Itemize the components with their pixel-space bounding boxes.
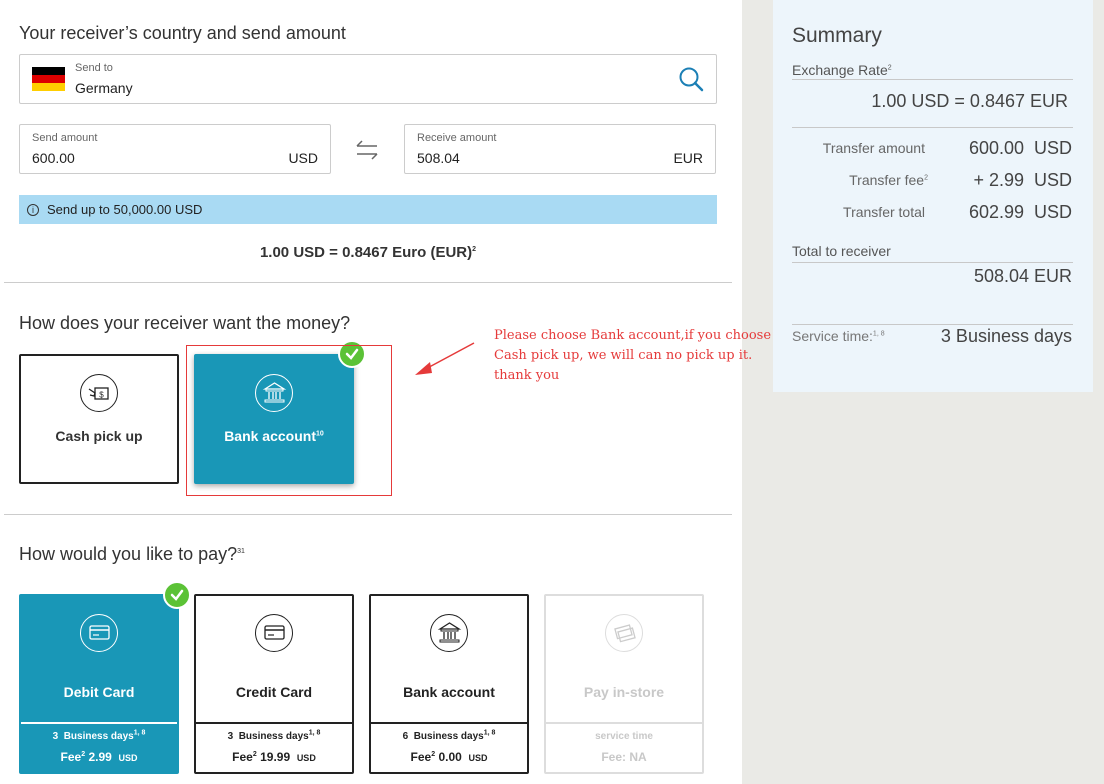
receive-amount-label: Receive amount xyxy=(417,132,497,144)
payment-fee: Fee2 2.99 USD xyxy=(60,750,138,764)
summary-title: Summary xyxy=(792,24,882,47)
service-time-label: Service time:1, 8 xyxy=(792,328,885,344)
receive-amount-input[interactable]: 508.04 xyxy=(417,150,460,166)
payment-option-label: Debit Card xyxy=(63,684,135,700)
send-amount-label: Send amount xyxy=(32,132,98,144)
total-receiver-label: Total to receiver xyxy=(792,243,891,259)
exchange-rate-line: 1.00 USD = 0.8467 Euro (EUR)2 xyxy=(0,244,736,261)
payment-option-label: Pay in-store xyxy=(583,684,665,700)
receive-currency: EUR xyxy=(673,150,703,166)
payment-days: 6 Business days1, 8 xyxy=(402,729,496,742)
delivery-option-label: Cash pick up xyxy=(55,428,143,444)
summary-divider xyxy=(792,262,1073,263)
payment-option-footer: 6 Business days1, 8 Fee2 0.00 USD xyxy=(371,722,527,774)
summary-divider xyxy=(792,324,1073,325)
annotation-highlight-box xyxy=(186,345,392,496)
exchange-rate-text: 1.00 USD = 0.8467 Euro (EUR) xyxy=(259,244,473,261)
cash-pickup-icon: $ xyxy=(80,374,118,412)
payment-option-debit-card[interactable]: Debit Card 3 Business days1, 8 Fee2 2.99… xyxy=(19,594,179,774)
bank-icon xyxy=(430,614,468,652)
send-to-label: Send to xyxy=(75,62,113,74)
payment-service-time: service time xyxy=(595,731,653,742)
payment-option-footer: 3 Business days1, 8 Fee2 2.99 USD xyxy=(21,722,177,774)
cash-store-icon xyxy=(605,614,643,652)
summary-panel: Summary Exchange Rate2 1.00 USD = 0.8467… xyxy=(773,0,1093,392)
exchange-rate-value: 1.00 USD = 0.8467 EUR xyxy=(871,91,1068,111)
delivery-option-cash-pickup[interactable]: $ Cash pick up xyxy=(19,354,179,484)
exchange-rate-label: Exchange Rate2 xyxy=(792,62,892,78)
annotation-note: Please choose Bank account,if you choose… xyxy=(494,328,772,383)
credit-card-icon xyxy=(255,614,293,652)
payment-option-label: Bank account xyxy=(403,684,495,700)
payment-days: 3 Business days1, 8 xyxy=(227,729,321,742)
payment-option-credit-card[interactable]: Credit Card 3 Business days1, 8 Fee2 19.… xyxy=(194,594,354,774)
search-icon[interactable] xyxy=(678,66,704,92)
send-amount-input[interactable]: 600.00 xyxy=(32,150,75,166)
total-receiver-value: 508.04 EUR xyxy=(973,266,1072,286)
summary-divider xyxy=(792,127,1073,128)
payment-fee: Fee2 0.00 USD xyxy=(410,750,488,764)
service-time-value: 3 Business days xyxy=(940,326,1072,346)
send-to-value: Germany xyxy=(75,80,133,96)
debit-card-icon xyxy=(80,614,118,652)
section-divider xyxy=(4,282,732,283)
transfer-amount-value: 600.00 USD xyxy=(968,138,1072,158)
payment-days: 3 Business days1, 8 xyxy=(52,729,146,742)
payment-option-pay-in-store[interactable]: Pay in-store service time Fee: NA xyxy=(544,594,704,774)
transfer-total-value: 602.99 USD xyxy=(968,202,1072,222)
svg-text:$: $ xyxy=(99,391,104,400)
payment-fee: Fee2 19.99 USD xyxy=(232,750,316,764)
limit-info-bar: i Send up to 50,000.00 USD xyxy=(19,195,717,224)
summary-divider xyxy=(792,79,1073,80)
germany-flag-icon xyxy=(32,67,65,91)
limit-info-text: Send up to 50,000.00 USD xyxy=(47,202,203,217)
payment-section-title: How would you like to pay?31 xyxy=(19,544,245,564)
payment-option-footer: 3 Business days1, 8 Fee2 19.99 USD xyxy=(196,722,352,774)
section-divider xyxy=(4,514,732,515)
payment-option-footer: service time Fee: NA xyxy=(546,722,702,774)
payment-option-label: Credit Card xyxy=(235,684,313,700)
checkmark-icon xyxy=(163,581,191,609)
transfer-fee-value: + 2.99 USD xyxy=(973,170,1072,190)
annotation-arrow-icon xyxy=(410,338,480,380)
info-icon: i xyxy=(27,204,39,216)
swap-arrows-icon[interactable] xyxy=(353,137,381,163)
payment-fee: Fee: NA xyxy=(601,750,647,764)
receiver-section-title: Your receiver’s country and send amount xyxy=(19,23,346,43)
send-amount-field[interactable]: Send amount 600.00 USD xyxy=(19,124,331,174)
send-currency: USD xyxy=(288,150,318,166)
main-panel: Your receiver’s country and send amount … xyxy=(0,0,771,784)
payment-option-bank-account[interactable]: Bank account 6 Business days1, 8 Fee2 0.… xyxy=(369,594,529,774)
exchange-rate-sup: 2 xyxy=(472,246,477,253)
receive-amount-field[interactable]: Receive amount 508.04 EUR xyxy=(404,124,716,174)
send-to-country-select[interactable]: Send to Germany xyxy=(19,54,717,104)
delivery-section-title: How does your receiver want the money? xyxy=(19,313,351,333)
